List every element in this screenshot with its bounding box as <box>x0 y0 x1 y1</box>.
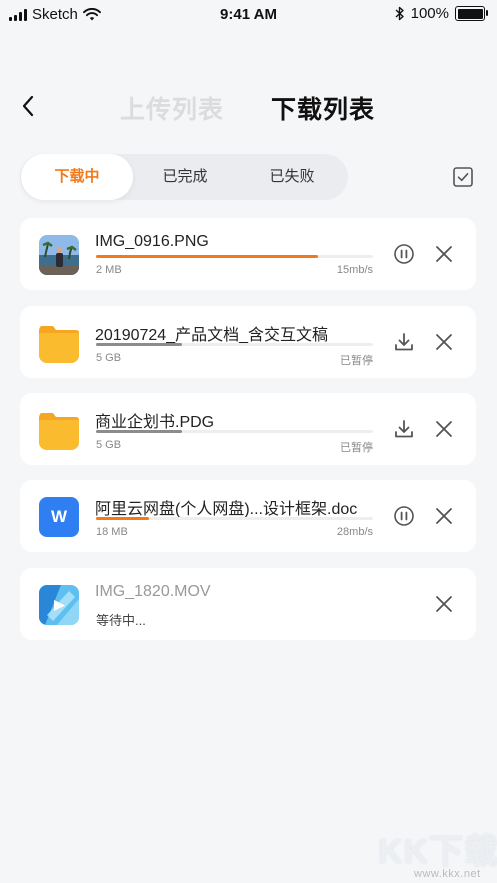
download-item[interactable]: 20190724_产品文档_含交互文稿 5 GB 已暂停 <box>20 306 476 378</box>
download-item[interactable]: IMG_0916.PNG 2 MB 15mb/s <box>20 218 476 290</box>
download-icon[interactable] <box>392 330 416 354</box>
status-filter: 下载中 已完成 已失败 <box>20 154 348 200</box>
close-icon[interactable] <box>432 504 456 528</box>
status-bar: Sketch 9:41 AM 100% <box>0 0 497 30</box>
close-icon[interactable] <box>432 330 456 354</box>
tab-upload-list[interactable]: 上传列表 <box>120 90 224 126</box>
filter-failed[interactable]: 已失败 <box>237 154 347 200</box>
progress-track <box>96 255 373 258</box>
close-icon[interactable] <box>432 592 456 616</box>
file-name: 阿里云网盘(个人网盘)...设计框架.doc <box>95 501 358 518</box>
file-size: 5 GB <box>96 439 122 451</box>
chevron-left-icon <box>22 95 34 117</box>
watermark-url: www.kkx.net <box>414 868 481 880</box>
progress-bar <box>96 430 182 433</box>
battery-icon <box>455 6 488 21</box>
watermark: KK下载 www.kkx.net <box>378 824 497 882</box>
waiting-status: 等待中... <box>96 613 146 628</box>
download-item[interactable]: IMG_1820.MOV 等待中... <box>20 568 476 640</box>
file-size: 5 GB <box>96 352 122 364</box>
progress-track <box>96 343 373 346</box>
file-name: IMG_1820.MOV <box>95 583 211 600</box>
pause-icon[interactable] <box>392 242 416 266</box>
status-bar-right: 100% <box>395 5 488 22</box>
progress-track <box>96 430 373 433</box>
download-speed: 28mb/s <box>336 526 373 538</box>
file-size: 2 MB <box>96 264 122 276</box>
folder-icon <box>39 410 79 450</box>
progress-bar <box>96 517 149 520</box>
download-status: 已暂停 <box>340 442 373 454</box>
file-name: 商业企划书.PDG <box>95 414 215 431</box>
filter-downloading[interactable]: 下载中 <box>21 154 133 200</box>
download-speed: 15mb/s <box>336 264 373 276</box>
file-size: 18 MB <box>96 526 128 538</box>
progress-bar <box>96 343 182 346</box>
download-item[interactable]: 商业企划书.PDG 5 GB 已暂停 <box>20 393 476 465</box>
word-doc-icon: W <box>39 497 79 537</box>
tab-download-list[interactable]: 下载列表 <box>271 90 375 126</box>
video-thumbnail-icon <box>39 585 79 625</box>
filter-completed[interactable]: 已完成 <box>133 154 237 200</box>
pause-icon[interactable] <box>392 504 416 528</box>
download-icon[interactable] <box>392 417 416 441</box>
download-status: 已暂停 <box>340 355 373 367</box>
battery-percent: 100% <box>410 5 449 22</box>
word-doc-letter: W <box>50 507 68 526</box>
bluetooth-icon <box>395 6 404 21</box>
download-item[interactable]: W 阿里云网盘(个人网盘)...设计框架.doc 18 MB 28mb/s <box>20 480 476 552</box>
back-button[interactable] <box>14 92 42 120</box>
photo-thumbnail-icon <box>39 235 79 275</box>
folder-icon <box>39 323 79 363</box>
select-all-checkbox-icon[interactable] <box>452 166 474 188</box>
file-name: 20190724_产品文档_含交互文稿 <box>95 327 328 344</box>
close-icon[interactable] <box>432 242 456 266</box>
progress-track <box>96 517 373 520</box>
watermark-logo: KK下载 <box>378 833 497 871</box>
file-name: IMG_0916.PNG <box>95 233 209 250</box>
close-icon[interactable] <box>432 417 456 441</box>
progress-bar <box>96 255 318 258</box>
